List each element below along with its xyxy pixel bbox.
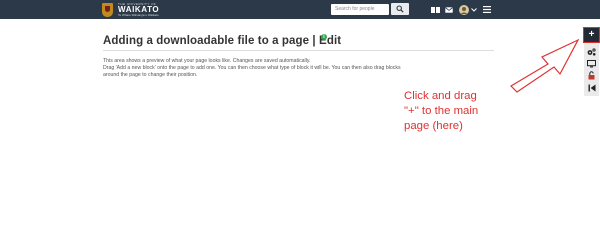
lock-icon[interactable]	[584, 70, 599, 81]
add-block-button[interactable]: +	[583, 27, 600, 43]
return-graphic	[588, 84, 595, 91]
settings-icon[interactable]	[584, 46, 599, 57]
annotation-arrow	[510, 38, 580, 93]
return-icon[interactable]	[584, 82, 599, 93]
display-icon[interactable]	[584, 58, 599, 69]
settings-graphic	[587, 47, 596, 56]
display-graphic	[587, 59, 596, 67]
lock-graphic	[588, 71, 595, 80]
